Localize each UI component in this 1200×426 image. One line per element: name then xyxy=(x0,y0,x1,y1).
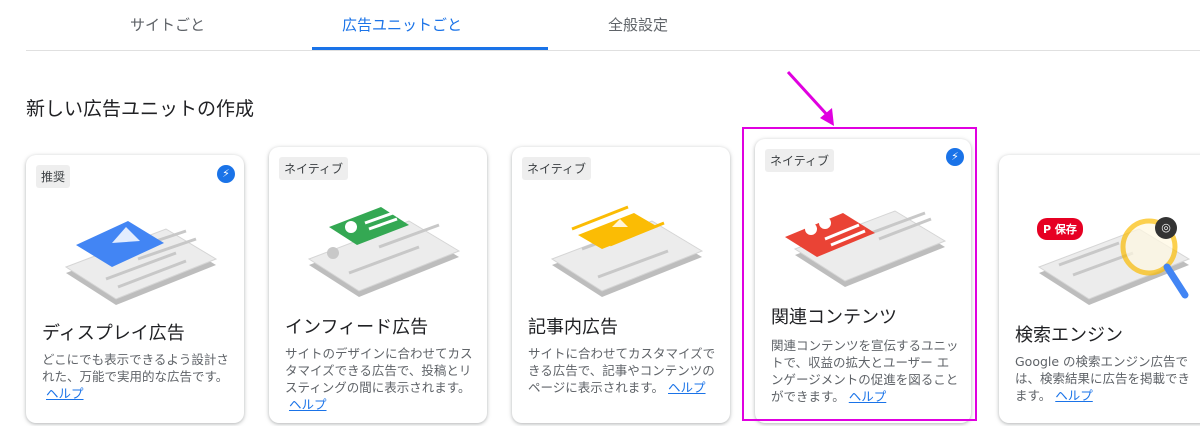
card-title: インフィード広告 xyxy=(285,317,429,338)
infeed-ad-illustration xyxy=(307,207,461,297)
card-title: 記事内広告 xyxy=(528,317,618,338)
help-link[interactable]: ヘルプ xyxy=(668,380,706,395)
card-description: サイトのデザインに合わせてカスタマイズできる広告で、投稿とリスティングの間に表示… xyxy=(285,346,473,412)
card-title: 検索エンジン xyxy=(1015,325,1123,346)
native-badge: ネイティブ xyxy=(765,149,835,172)
card-display-ads[interactable]: 推奨 ⚡ ディスプレイ広告 どこにでも表示できるよう設計された、万能で実用的な広… xyxy=(26,155,244,423)
native-badge: ネイティブ xyxy=(279,157,349,180)
related-content-illustration xyxy=(785,210,947,287)
inarticle-ad-illustration xyxy=(550,205,704,297)
card-description: サイトに合わせてカスタマイズできる広告で、記事やコンテンツのページに表示されます… xyxy=(528,346,716,395)
recommended-badge: 推奨 xyxy=(36,165,71,188)
card-infeed-ads[interactable]: ネイティブ インフィード広告 サイトのデザインに合わせてカスタマイズできる広告で… xyxy=(269,147,487,423)
annotation-arrow xyxy=(786,70,834,126)
active-tab-indicator xyxy=(312,47,548,50)
help-link[interactable]: ヘルプ xyxy=(1055,388,1093,403)
card-inarticle-ads[interactable]: ネイティブ 記事内広告 サイトに合わせてカスタマイズできる広告で、記事やコンテン… xyxy=(512,147,730,423)
card-search-engine[interactable]: P 保存 ◎ 検索エンジン Google の検索エンジン広告では、検索結果に広告… xyxy=(999,155,1200,423)
help-link[interactable]: ヘルプ xyxy=(849,389,887,404)
visual-search-icon[interactable]: ◎ xyxy=(1155,217,1177,239)
help-link[interactable]: ヘルプ xyxy=(46,386,84,401)
flash-icon: ⚡ xyxy=(946,148,964,166)
section-title: 新しい広告ユニットの作成 xyxy=(26,98,255,120)
display-ad-illustration xyxy=(64,221,218,305)
card-description: Google の検索エンジン広告では、検索結果に広告を掲載できます。 ヘルプ xyxy=(1015,354,1191,403)
tab-by-site[interactable]: サイトごと xyxy=(130,14,205,35)
card-title: ディスプレイ広告 xyxy=(42,323,185,344)
pinterest-save-button[interactable]: P 保存 xyxy=(1037,218,1083,240)
tab-bar: サイトごと 広告ユニットごと 全般設定 xyxy=(26,0,1200,51)
card-description: 関連コンテンツを宣伝するユニットで、収益の拡大とユーザー エンゲージメントの促進… xyxy=(771,338,959,404)
card-title: 関連コンテンツ xyxy=(771,307,897,328)
card-description: どこにでも表示できるよう設計された、万能で実用的な広告です。ヘルプ xyxy=(42,352,229,401)
flash-icon: ⚡ xyxy=(217,165,235,183)
tab-by-ad-unit[interactable]: 広告ユニットごと xyxy=(342,14,462,35)
help-link[interactable]: ヘルプ xyxy=(289,397,327,412)
search-engine-illustration xyxy=(1037,218,1191,305)
card-related-content[interactable]: ネイティブ ⚡ 関連コンテンツ 関連コンテンツを宣伝するユニットで、収益の拡大と… xyxy=(755,139,971,423)
native-badge: ネイティブ xyxy=(522,157,592,180)
tab-general-settings[interactable]: 全般設定 xyxy=(608,14,668,35)
